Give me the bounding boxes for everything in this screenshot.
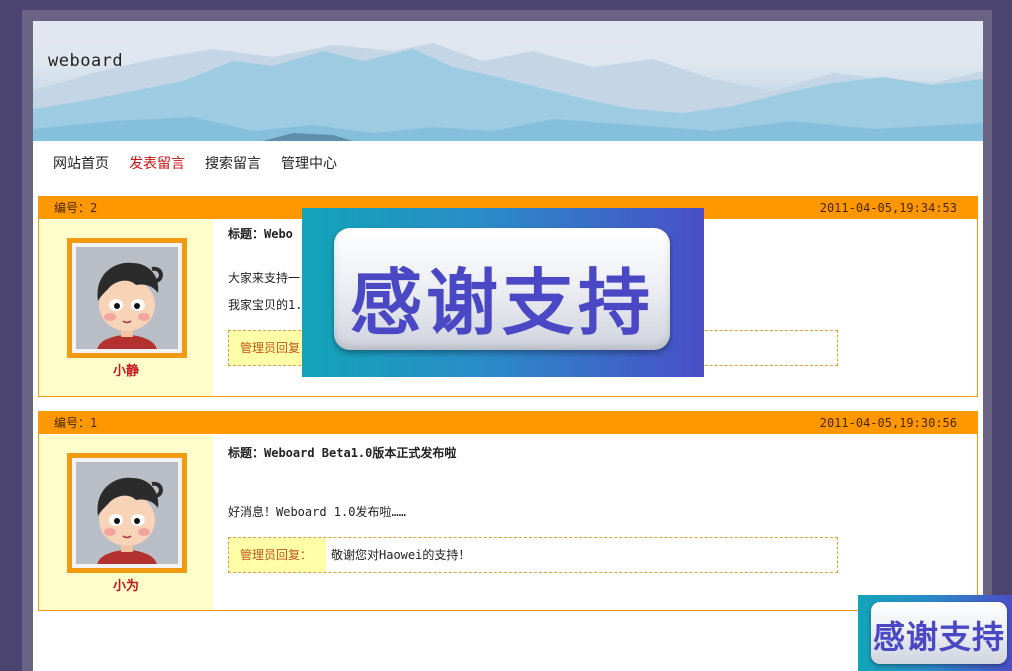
thanks-overlay-text: 感谢支持 bbox=[349, 261, 654, 345]
message-card: 编号：1 2011-04-05,19:30:56 小为 标题：Weboard B… bbox=[38, 411, 978, 611]
message-body-line: 我家宝贝的1. bbox=[228, 298, 303, 312]
header-banner: weboard bbox=[33, 21, 983, 141]
message-id: 编号：1 bbox=[54, 416, 98, 430]
cartoon-boy-avatar-icon bbox=[97, 262, 163, 349]
message-header: 编号：1 2011-04-05,19:30:56 bbox=[39, 412, 977, 434]
author-name: 小为 bbox=[112, 579, 139, 594]
message-title: 标题：Webo bbox=[228, 227, 293, 241]
thanks-corner-badge[interactable]: 感谢支持 bbox=[858, 595, 1012, 671]
nav-home[interactable]: 网站首页 bbox=[53, 151, 109, 177]
mountain-landscape-image bbox=[33, 43, 983, 141]
cartoon-boy-avatar-icon bbox=[97, 477, 163, 564]
admin-reply-label: 管理员回复： bbox=[229, 538, 326, 572]
site-title: weboard bbox=[48, 51, 124, 71]
admin-reply-text: 敬谢您对Haowei的支持！ bbox=[331, 548, 471, 562]
message-author-panel: 小静 bbox=[39, 220, 213, 396]
admin-reply-box: 管理员回复： 敬谢您对Haowei的支持！ bbox=[228, 537, 838, 573]
main-nav: 网站首页 发表留言 搜索留言 管理中心 bbox=[33, 151, 337, 177]
message-timestamp: 2011-04-05,19:34:53 bbox=[819, 201, 957, 215]
nav-search-messages[interactable]: 搜索留言 bbox=[205, 151, 261, 177]
avatar bbox=[67, 238, 187, 358]
message-body-line: 大家来支持一 bbox=[228, 271, 301, 285]
avatar bbox=[67, 453, 187, 573]
thanks-corner-text: 感谢支持 bbox=[872, 618, 1005, 656]
nav-admin-center[interactable]: 管理中心 bbox=[281, 151, 337, 177]
message-id: 编号：2 bbox=[54, 201, 98, 215]
message-author-panel: 小为 bbox=[39, 435, 213, 610]
message-title: 标题：Weboard Beta1.0版本正式发布啦 bbox=[228, 446, 457, 460]
thanks-overlay-banner: 感谢支持 bbox=[302, 208, 704, 377]
author-name: 小静 bbox=[112, 364, 139, 379]
thanks-overlay-plate: 感谢支持 bbox=[334, 228, 670, 350]
thanks-corner-plate: 感谢支持 bbox=[871, 602, 1007, 664]
nav-post-message[interactable]: 发表留言 bbox=[129, 151, 185, 177]
message-timestamp: 2011-04-05,19:30:56 bbox=[819, 416, 957, 430]
message-body-line: 好消息！Weboard 1.0发布啦…… bbox=[228, 505, 406, 519]
